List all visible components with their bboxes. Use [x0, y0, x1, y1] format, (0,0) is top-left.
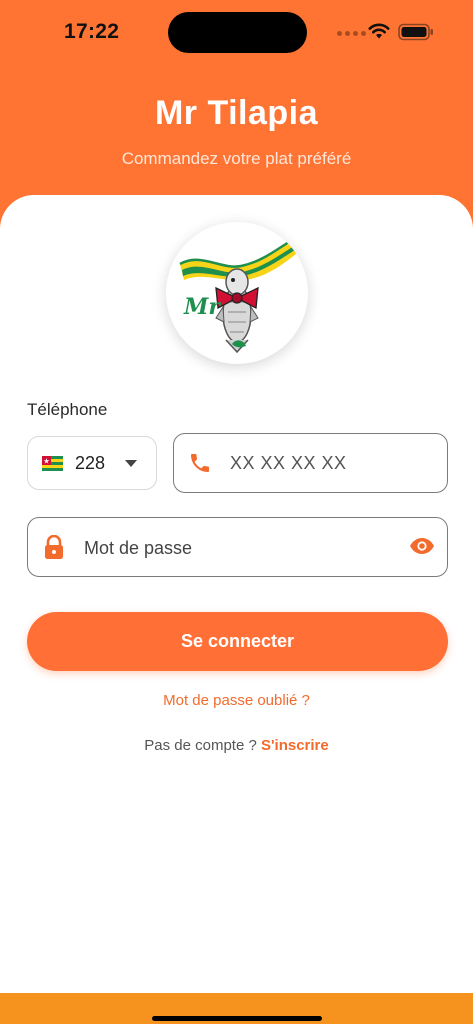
- signal-dots-icon: [337, 31, 366, 36]
- password-placeholder: Mot de passe: [84, 538, 193, 558]
- logo-monogram: Mr: [183, 294, 221, 320]
- battery-icon: [398, 23, 433, 41]
- chevron-down-icon: [125, 460, 137, 467]
- phone-icon: [191, 454, 209, 472]
- country-code-picker[interactable]: 228: [27, 436, 157, 490]
- signup-link[interactable]: S'inscrire: [261, 737, 329, 754]
- no-account-text: Pas de compte ?: [144, 737, 261, 754]
- forgot-password-link[interactable]: Mot de passe oublié ?: [0, 692, 473, 709]
- togo-flag-icon: [42, 456, 63, 471]
- tilapia-fish-logo: Mr: [179, 238, 296, 354]
- country-dial-code: 228: [75, 453, 106, 473]
- phone-number-input[interactable]: XX XX XX XX: [173, 433, 448, 493]
- phone-placeholder: XX XX XX XX: [230, 453, 347, 473]
- lock-icon: [45, 535, 63, 559]
- app-logo: Mr: [166, 222, 308, 364]
- phone-label: Téléphone: [27, 400, 108, 419]
- wifi-icon: [368, 23, 390, 39]
- app-title: Mr Tilapia: [154, 94, 319, 132]
- login-button[interactable]: Se connecter: [27, 612, 448, 671]
- signup-row: Pas de compte ? S'inscrire: [0, 737, 473, 754]
- status-bar: 17:22: [0, 0, 473, 64]
- home-indicator[interactable]: [152, 1016, 322, 1021]
- status-time: 17:22: [64, 20, 120, 43]
- eye-icon[interactable]: [409, 537, 435, 555]
- app-subtitle: Commandez votre plat préféré: [121, 149, 352, 168]
- password-input[interactable]: Mot de passe: [27, 517, 448, 577]
- dynamic-island: [168, 12, 307, 53]
